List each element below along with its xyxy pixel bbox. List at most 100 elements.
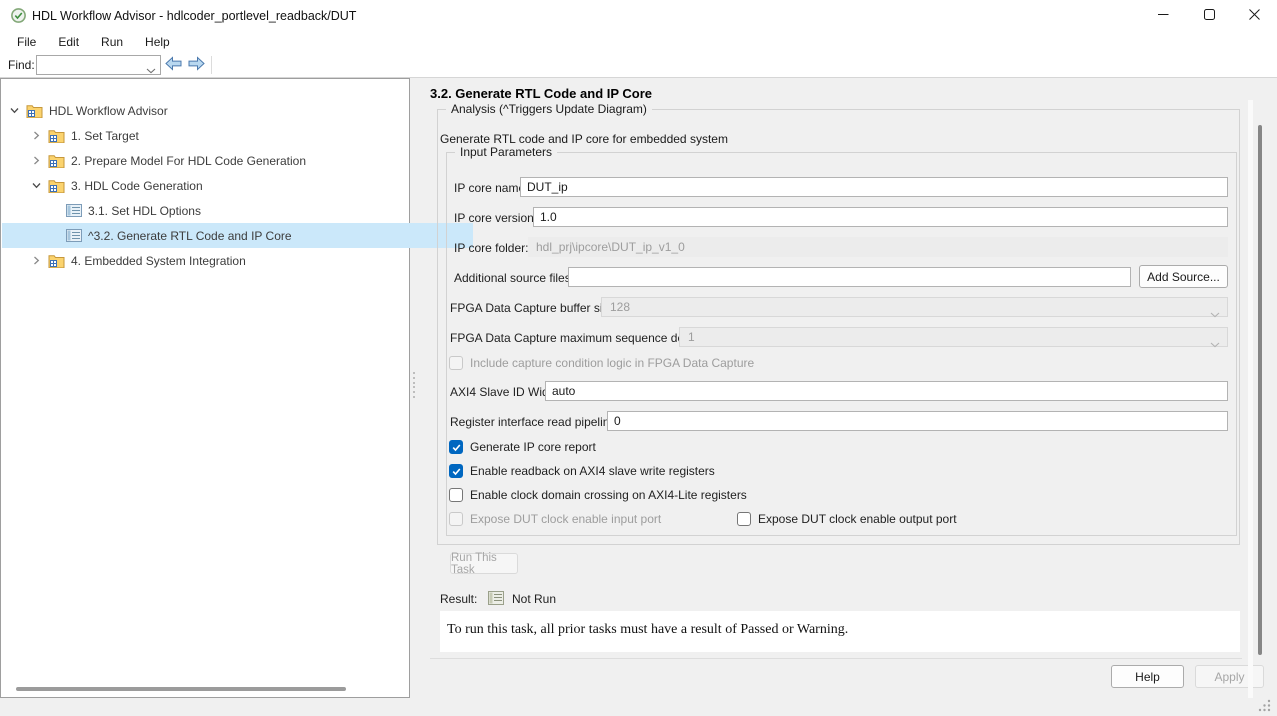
find-label: Find: <box>8 58 35 72</box>
axi4-slave-id-width-input[interactable] <box>545 381 1228 401</box>
ip-core-folder-label: IP core folder: <box>454 241 528 255</box>
panel-splitter-handle[interactable] <box>410 370 417 400</box>
tree-item-label: 2. Prepare Model For HDL Code Generation <box>71 154 306 168</box>
expose-clock-input-row: Expose DUT clock enable input port <box>449 512 661 526</box>
include-capture-condition-row: Include capture condition logic in FPGA … <box>449 356 754 370</box>
vertical-scrollbar-track <box>1248 100 1253 698</box>
checkbox-expose-clock-input <box>449 512 463 526</box>
result-value: Not Run <box>512 592 556 606</box>
apply-button: Apply <box>1195 665 1264 688</box>
chevron-down-icon <box>1210 305 1220 323</box>
ip-core-version-input[interactable] <box>533 207 1228 227</box>
additional-source-files-label: Additional source files: <box>454 271 574 285</box>
enable-readback-row[interactable]: Enable readback on AXI4 slave write regi… <box>449 464 715 478</box>
workflow-folder-icon <box>48 154 65 168</box>
find-combobox[interactable] <box>36 55 161 75</box>
checkbox-include-capture-condition <box>449 356 463 370</box>
help-button[interactable]: Help <box>1111 665 1184 688</box>
chevron-right-icon[interactable] <box>30 130 42 142</box>
additional-source-files-input[interactable] <box>568 267 1131 287</box>
maximize-icon <box>1204 9 1215 23</box>
close-button[interactable] <box>1231 0 1277 31</box>
generate-ip-core-report-row[interactable]: Generate IP core report <box>449 440 596 454</box>
tree-item-prepare-model[interactable]: 2. Prepare Model For HDL Code Generation <box>2 148 437 173</box>
ip-core-name-label: IP core name: <box>454 181 528 195</box>
workflow-folder-icon <box>48 254 65 268</box>
input-parameters-legend: Input Parameters <box>455 145 557 159</box>
fpga-max-sequence-depth-combobox: 1 <box>679 327 1228 347</box>
expose-clock-output-row[interactable]: Expose DUT clock enable output port <box>737 512 957 526</box>
checkbox-generate-ip-core-report[interactable] <box>449 440 463 454</box>
include-capture-condition-label: Include capture condition logic in FPGA … <box>470 356 754 370</box>
toolbar-separator <box>211 56 212 74</box>
checkbox-enable-clock-domain-crossing[interactable] <box>449 488 463 502</box>
forward-arrow-icon <box>187 56 206 74</box>
tree-item-embedded-system-integration[interactable]: 4. Embedded System Integration <box>2 248 437 273</box>
checkbox-enable-readback[interactable] <box>449 464 463 478</box>
result-task-icon <box>488 591 504 608</box>
fpga-buffer-size-combobox: 128 <box>601 297 1228 317</box>
minimize-icon <box>1158 9 1169 23</box>
task-list-icon <box>66 204 82 217</box>
fpga-max-sequence-depth-label: FPGA Data Capture maximum sequence depth… <box>450 331 704 345</box>
window-title: HDL Workflow Advisor - hdlcoder_portleve… <box>32 9 356 23</box>
chevron-down-icon[interactable] <box>8 105 20 117</box>
add-source-button[interactable]: Add Source... <box>1139 265 1228 288</box>
register-read-pipeline-input[interactable] <box>607 411 1228 431</box>
ip-core-name-input[interactable] <box>520 177 1228 197</box>
horizontal-scrollbar-thumb[interactable] <box>16 687 346 691</box>
find-next-button[interactable] <box>186 56 207 74</box>
workflow-folder-icon <box>48 129 65 143</box>
ip-core-folder-value: hdl_prj\ipcore\DUT_ip_v1_0 <box>528 237 1228 257</box>
resize-grip-icon[interactable] <box>1258 698 1272 715</box>
back-arrow-icon <box>164 56 183 74</box>
tree-item-label: 3.1. Set HDL Options <box>88 204 201 218</box>
generate-ip-core-report-label: Generate IP core report <box>470 440 596 454</box>
find-previous-button[interactable] <box>163 56 184 74</box>
menu-help[interactable]: Help <box>134 33 181 52</box>
analysis-groupbox-legend: Analysis (^Triggers Update Diagram) <box>446 102 652 116</box>
expose-clock-input-label: Expose DUT clock enable input port <box>470 512 661 526</box>
ip-core-version-label: IP core version: <box>454 211 537 225</box>
vertical-scrollbar-thumb[interactable] <box>1258 125 1262 655</box>
enable-readback-label: Enable readback on AXI4 slave write regi… <box>470 464 715 478</box>
result-label: Result: <box>440 592 477 606</box>
task-message-box: To run this task, all prior tasks must h… <box>440 611 1240 652</box>
close-icon <box>1249 9 1260 23</box>
expose-clock-output-label: Expose DUT clock enable output port <box>758 512 957 526</box>
footer-separator <box>430 658 1242 659</box>
menu-bar: File Edit Run Help <box>0 31 1277 53</box>
workflow-folder-icon <box>48 179 65 193</box>
menu-edit[interactable]: Edit <box>47 33 90 52</box>
task-message-text: To run this task, all prior tasks must h… <box>447 622 848 638</box>
tree-item-set-target[interactable]: 1. Set Target <box>2 123 437 148</box>
enable-clock-domain-crossing-label: Enable clock domain crossing on AXI4-Lit… <box>470 488 747 502</box>
chevron-down-icon[interactable] <box>30 180 42 192</box>
fpga-buffer-size-value: 128 <box>610 300 630 314</box>
tree-item-label: 3. HDL Code Generation <box>71 179 203 193</box>
workflow-tree-panel: HDL Workflow Advisor 1. Set Target 2. Pr… <box>0 78 410 698</box>
fpga-max-sequence-depth-value: 1 <box>688 330 695 344</box>
chevron-right-icon[interactable] <box>30 155 42 167</box>
tree-item-generate-rtl-ip-core[interactable]: ^3.2. Generate RTL Code and IP Core <box>2 223 473 248</box>
minimize-button[interactable] <box>1140 0 1186 31</box>
tree-item-root[interactable]: HDL Workflow Advisor <box>2 98 415 123</box>
find-input[interactable] <box>39 57 147 75</box>
tree-item-set-hdl-options[interactable]: 3.1. Set HDL Options <box>2 198 473 223</box>
enable-clock-domain-crossing-row[interactable]: Enable clock domain crossing on AXI4-Lit… <box>449 488 747 502</box>
menu-file[interactable]: File <box>6 33 47 52</box>
tree-item-hdl-code-generation[interactable]: 3. HDL Code Generation <box>2 173 437 198</box>
maximize-button[interactable] <box>1186 0 1232 31</box>
tree-item-label: HDL Workflow Advisor <box>49 104 168 118</box>
tree-item-label: 4. Embedded System Integration <box>71 254 246 268</box>
chevron-right-icon[interactable] <box>30 255 42 267</box>
fpga-buffer-size-label: FPGA Data Capture buffer size: <box>450 301 619 315</box>
checkbox-expose-clock-output[interactable] <box>737 512 751 526</box>
app-icon <box>10 7 27 27</box>
workflow-folder-icon <box>26 104 43 118</box>
chevron-down-icon <box>1210 335 1220 353</box>
run-this-task-button: Run This Task <box>450 553 518 574</box>
chevron-down-icon[interactable] <box>146 63 156 77</box>
menu-run[interactable]: Run <box>90 33 134 52</box>
task-list-icon <box>66 229 82 242</box>
